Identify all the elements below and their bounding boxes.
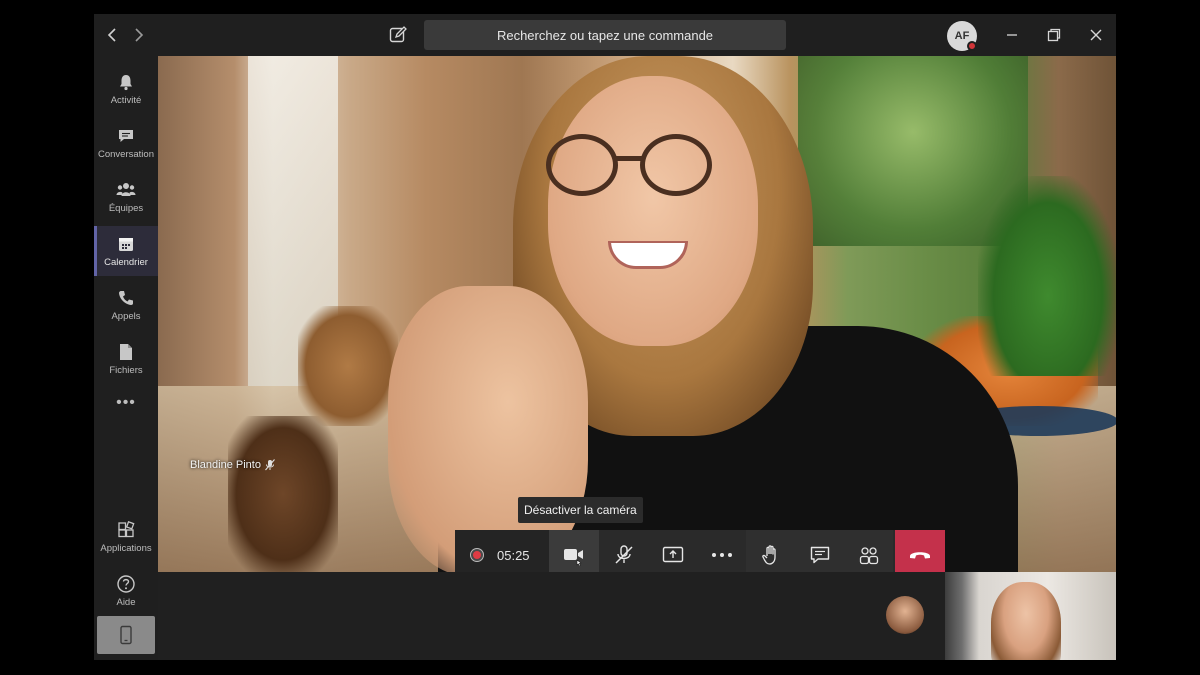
rail-item-files[interactable]: Fichiers bbox=[94, 334, 158, 384]
video-stage[interactable]: Blandine Pinto Désactiver la caméra 05:2… bbox=[158, 56, 1116, 572]
rail-item-activity[interactable]: Activité bbox=[94, 64, 158, 114]
rail-label: Activité bbox=[110, 95, 142, 106]
chat-bubble-icon bbox=[810, 546, 829, 564]
call-secondary-controls bbox=[746, 530, 893, 572]
back-arrow-icon[interactable] bbox=[103, 26, 121, 44]
rail-label: Appels bbox=[111, 311, 141, 322]
camera-toggle-button[interactable] bbox=[549, 530, 599, 572]
forward-arrow-icon[interactable] bbox=[130, 26, 148, 44]
title-bar: Recherchez ou tapez une commande AF bbox=[94, 14, 1116, 56]
raise-hand-button[interactable] bbox=[746, 530, 795, 572]
participants-icon bbox=[859, 547, 878, 565]
recording-timer[interactable]: 05:25 bbox=[455, 530, 549, 572]
apps-icon bbox=[116, 520, 136, 540]
participant-face bbox=[548, 76, 758, 346]
mic-toggle-button[interactable] bbox=[599, 530, 648, 572]
help-icon bbox=[116, 574, 136, 594]
rail-label: Fichiers bbox=[109, 365, 143, 376]
chat-icon bbox=[116, 126, 136, 146]
participant-name: Blandine Pinto bbox=[190, 459, 261, 471]
restore-icon[interactable] bbox=[1044, 25, 1064, 45]
share-screen-icon bbox=[662, 546, 683, 563]
rail-item-help[interactable]: Aide bbox=[94, 566, 158, 616]
self-view-person bbox=[991, 582, 1061, 660]
file-icon bbox=[116, 342, 136, 362]
phone-icon bbox=[116, 288, 136, 308]
background-chair-front bbox=[228, 416, 338, 572]
rail-label: Applications bbox=[100, 543, 152, 554]
camera-tooltip: Désactiver la caméra bbox=[518, 497, 643, 523]
raise-hand-icon bbox=[761, 545, 776, 565]
call-timer: 05:25 bbox=[497, 547, 530, 563]
calendar-icon bbox=[116, 234, 136, 254]
rail-label: Calendrier bbox=[104, 257, 148, 268]
show-participants-button[interactable] bbox=[844, 530, 893, 572]
minimize-icon[interactable] bbox=[1002, 25, 1022, 45]
hang-up-icon bbox=[910, 552, 930, 559]
more-apps-icon[interactable]: ••• bbox=[94, 394, 158, 414]
call-controls-bar: 05:25 bbox=[455, 530, 945, 572]
rail-label: Aide bbox=[116, 597, 136, 608]
compose-icon[interactable] bbox=[388, 25, 408, 45]
background-plant bbox=[978, 176, 1116, 376]
more-dots-icon bbox=[711, 553, 732, 557]
teams-window: Recherchez ou tapez une commande AF Acti… bbox=[94, 14, 1116, 660]
video-camera-icon bbox=[564, 549, 583, 566]
background-chair bbox=[298, 306, 398, 426]
rail-label: Équipes bbox=[108, 203, 144, 214]
show-chat-button[interactable] bbox=[795, 530, 844, 572]
more-actions-button[interactable] bbox=[697, 530, 746, 572]
rail-item-calendar[interactable]: Calendrier bbox=[94, 226, 158, 276]
rail-item-teams[interactable]: Équipes bbox=[94, 172, 158, 222]
rail-item-calls[interactable]: Appels bbox=[94, 280, 158, 330]
mic-muted-icon bbox=[265, 459, 275, 471]
self-view-video[interactable] bbox=[945, 572, 1116, 660]
teams-icon bbox=[116, 180, 136, 200]
participant-avatar[interactable] bbox=[886, 596, 924, 634]
participant-name-label: Blandine Pinto bbox=[190, 459, 275, 471]
glasses-bridge bbox=[614, 156, 644, 161]
rail-item-applications[interactable]: Applications bbox=[94, 512, 158, 562]
mobile-phone-icon bbox=[120, 625, 132, 645]
app-rail: Activité Conversation Équipes Calendrier… bbox=[94, 56, 158, 660]
glasses-left-lens bbox=[546, 134, 618, 196]
rail-label: Conversation bbox=[98, 149, 154, 160]
glasses-right-lens bbox=[640, 134, 712, 196]
bell-icon bbox=[116, 72, 136, 92]
hang-up-button[interactable] bbox=[895, 530, 945, 572]
mobile-device-button[interactable] bbox=[97, 616, 155, 654]
record-icon bbox=[471, 549, 483, 561]
presence-status-icon bbox=[967, 41, 977, 51]
rail-item-conversation[interactable]: Conversation bbox=[94, 118, 158, 168]
share-screen-button[interactable] bbox=[648, 530, 697, 572]
mic-off-icon bbox=[614, 545, 633, 564]
participants-strip bbox=[158, 572, 1116, 660]
close-icon[interactable] bbox=[1086, 25, 1106, 45]
search-input[interactable]: Recherchez ou tapez une commande bbox=[424, 20, 786, 50]
